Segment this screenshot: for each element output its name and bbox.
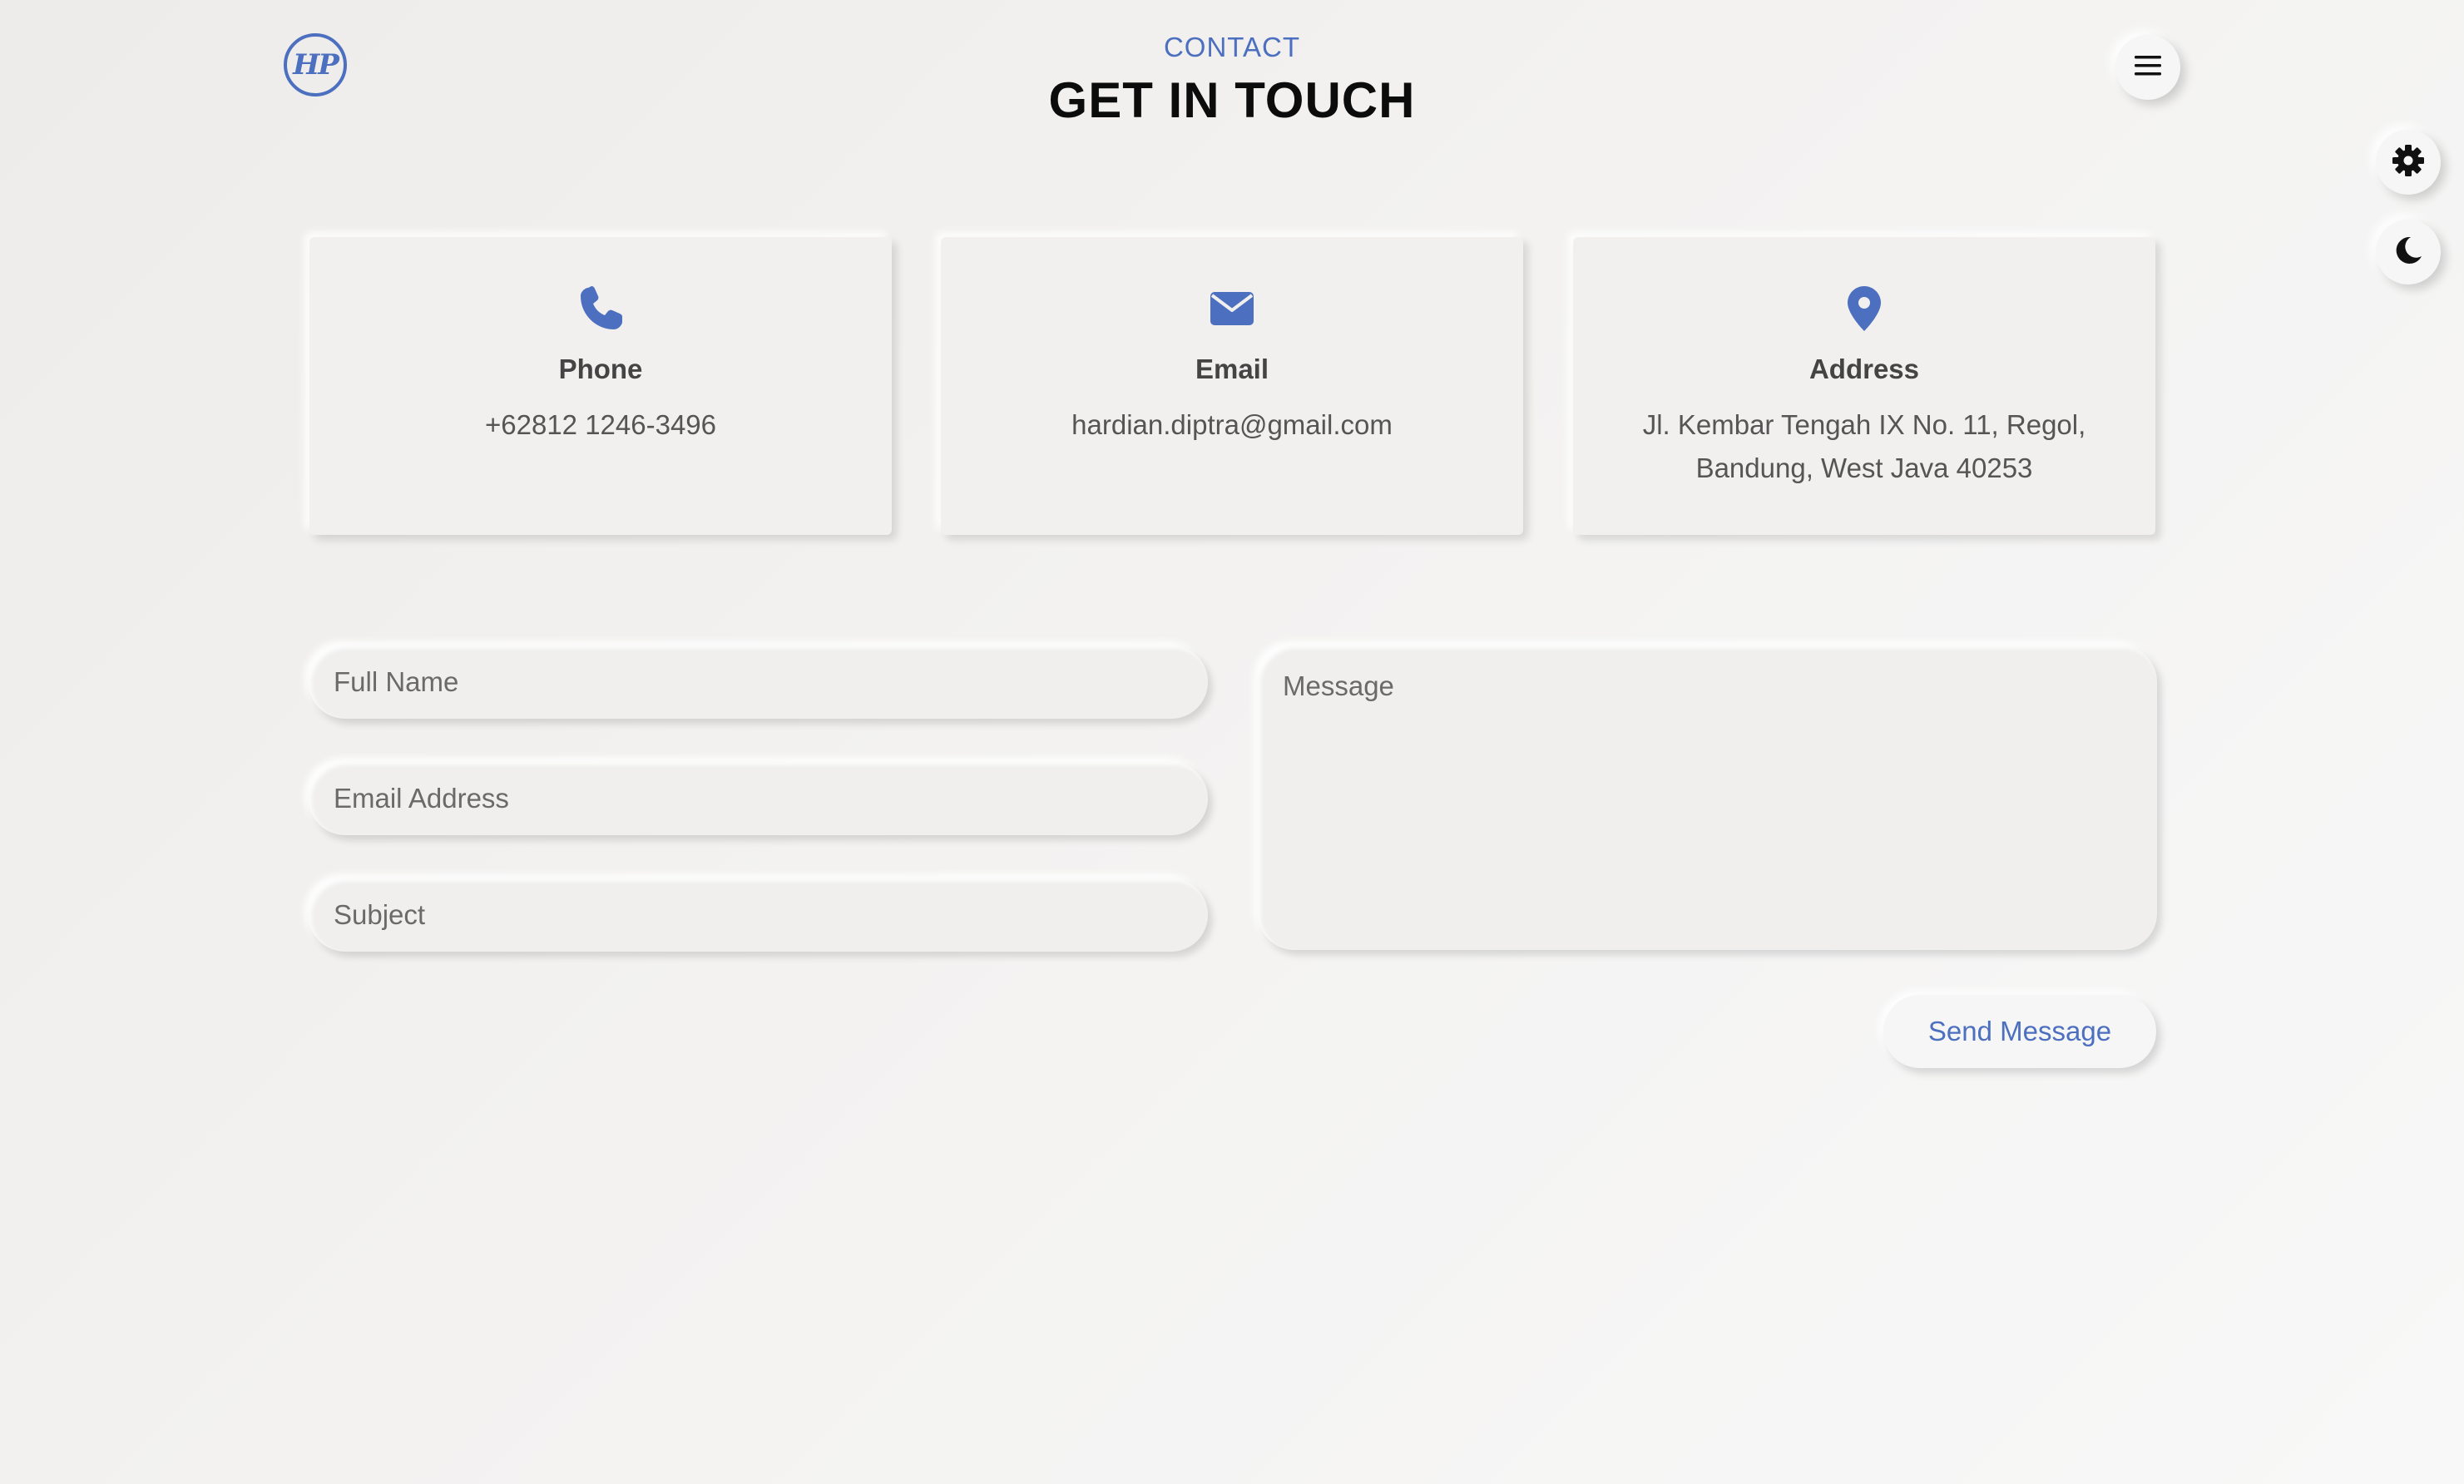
map-marker-icon bbox=[1573, 285, 2155, 332]
page-title: GET IN TOUCH bbox=[1048, 72, 1416, 128]
theme-toggle-button[interactable] bbox=[2376, 220, 2441, 284]
settings-button[interactable] bbox=[2376, 130, 2441, 195]
full-name-placeholder: Full Name bbox=[334, 666, 459, 697]
address-value: Jl. Kembar Tengah IX No. 11, Regol, Band… bbox=[1642, 409, 2086, 483]
email-value: hardian.diptra@gmail.com bbox=[1071, 409, 1393, 440]
full-name-input[interactable]: Full Name bbox=[309, 646, 1208, 719]
send-message-label: Send Message bbox=[1927, 1016, 2112, 1046]
section-eyebrow: CONTACT bbox=[1163, 32, 1301, 62]
contact-card-title: Address bbox=[1808, 354, 1920, 384]
message-placeholder: Message bbox=[1283, 670, 1394, 701]
subject-input[interactable]: Subject bbox=[309, 878, 1208, 952]
moon-icon bbox=[2392, 235, 2424, 270]
contact-card-phone: Phone +62812 1246-3496 bbox=[309, 237, 892, 535]
contact-card-email: Email hardian.diptra@gmail.com bbox=[941, 237, 1523, 535]
gear-icon bbox=[2392, 144, 2425, 181]
phone-icon bbox=[309, 285, 892, 332]
contact-card-title: Phone bbox=[558, 354, 643, 384]
hamburger-menu-icon bbox=[2133, 53, 2163, 82]
contact-card-title: Email bbox=[1195, 354, 1269, 384]
message-textarea[interactable]: Message bbox=[1258, 646, 2157, 950]
contact-card-address: Address Jl. Kembar Tengah IX No. 11, Reg… bbox=[1573, 237, 2155, 535]
email-address-placeholder: Email Address bbox=[334, 783, 509, 814]
subject-placeholder: Subject bbox=[334, 899, 426, 930]
email-address-input[interactable]: Email Address bbox=[309, 762, 1208, 835]
menu-button[interactable] bbox=[2115, 35, 2180, 100]
send-message-button[interactable]: Send Message bbox=[1883, 995, 2156, 1068]
envelope-icon bbox=[941, 285, 1523, 332]
phone-value: +62812 1246-3496 bbox=[484, 409, 717, 440]
